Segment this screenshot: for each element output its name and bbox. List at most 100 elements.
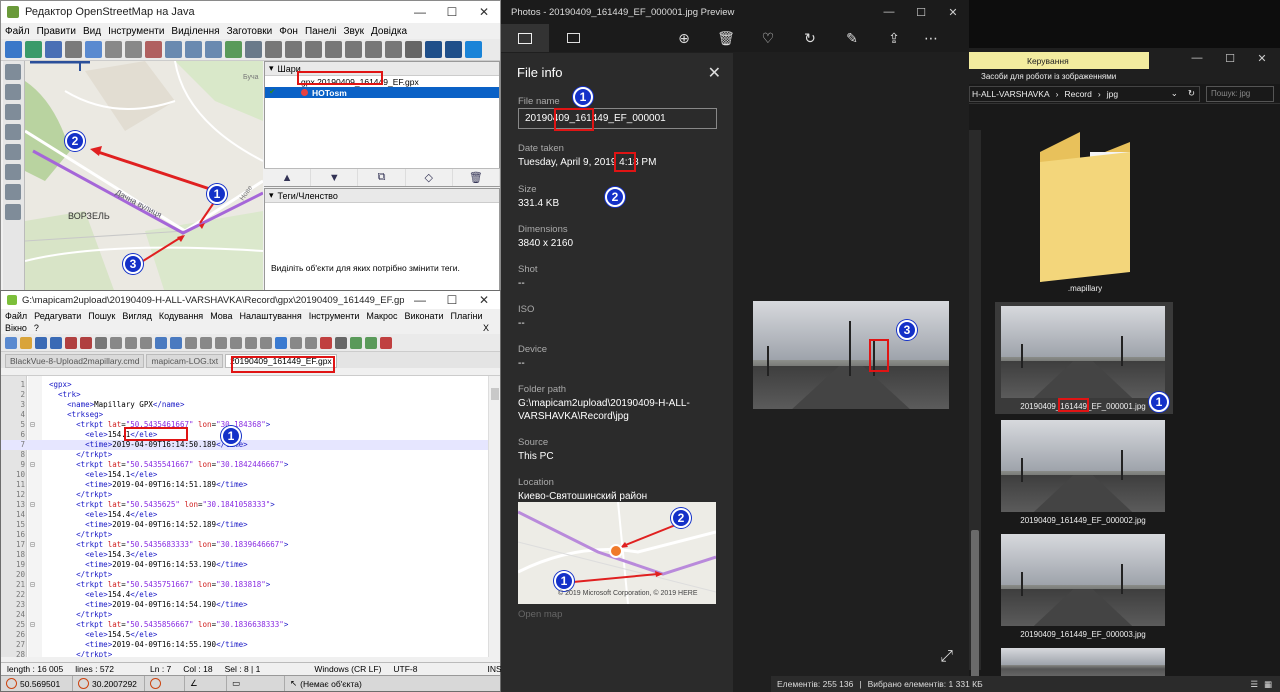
close-icon[interactable]: ✕ [468,5,500,19]
delete-icon[interactable]: 🗑 [717,30,735,46]
menu-view[interactable]: Вид [83,26,101,37]
fold-toggle-icon[interactable]: ⊟ [30,620,35,630]
tool-icon[interactable] [265,41,282,58]
share-icon[interactable]: ⇪ [886,30,902,46]
select-tool-icon[interactable] [5,64,21,80]
menu-selection[interactable]: Виділення [171,26,219,37]
open-file-icon[interactable] [20,336,32,349]
paste-icon[interactable] [140,336,152,349]
menu-run[interactable]: Виконати [404,311,443,321]
menu-window[interactable]: Вікно [5,323,27,333]
vertical-scrollbar[interactable] [969,130,981,692]
code-editor[interactable]: 1 <gpx> 2 <trk> 3 <name>Mapillary GPX</name… [1,375,500,657]
show-all-icon[interactable] [290,336,302,349]
edit-icon[interactable]: ✎ [844,30,860,46]
tool-icon[interactable] [345,41,362,58]
record-macro-icon[interactable] [320,336,332,349]
file-item[interactable]: 20190409_161449_EF_000001.jpg [1001,306,1165,411]
details-view-icon[interactable]: ☰ [1250,679,1258,690]
fold-toggle-icon[interactable]: ⊟ [30,540,35,550]
open-icon[interactable] [25,41,42,58]
breadcrumb-item[interactable]: jpg [1107,89,1118,99]
delete-tool-icon[interactable] [5,124,21,140]
maximize-icon[interactable]: ☐ [436,293,468,307]
close-doc-icon[interactable]: X [483,323,489,333]
upload-icon[interactable] [85,41,102,58]
close-icon[interactable]: ✕ [1247,52,1277,65]
copy-icon[interactable] [125,336,137,349]
maximize-icon[interactable]: ☐ [1215,52,1245,65]
find-icon[interactable] [185,336,197,349]
save-all-icon[interactable] [50,336,62,349]
maximize-icon[interactable]: ☐ [905,6,937,19]
cut-icon[interactable] [110,336,122,349]
tool-icon[interactable] [365,41,382,58]
redo-icon[interactable] [125,41,142,58]
file-name-field[interactable]: 20190409_161449_EF_000001 [518,108,717,129]
menu-audio[interactable]: Звук [344,26,365,37]
imagery-icon[interactable] [425,41,442,58]
menu-search[interactable]: Пошук [88,311,115,321]
file-item[interactable]: 20190409_161449_EF_000002.jpg [1001,420,1165,525]
favorite-heart-icon[interactable]: ♡ [760,30,776,46]
menu-edit[interactable]: Редагувати [34,311,81,321]
sync-icon[interactable] [245,336,257,349]
menu-windows[interactable]: Панелі [305,26,337,37]
menu-imagery[interactable]: Фон [279,26,298,37]
indent-guide-icon[interactable] [275,336,287,349]
image-view-icon[interactable] [501,24,549,52]
layer-row-hotosm[interactable]: HOTosm [265,87,499,98]
zoom-in-icon[interactable] [215,336,227,349]
close-icon[interactable]: ✕ [468,293,500,307]
preferences-icon[interactable] [245,41,262,58]
collapse-icon[interactable]: ▾ [269,63,274,74]
redo-icon[interactable] [170,336,182,349]
stop-macro-icon[interactable] [335,336,347,349]
close-icon[interactable]: ✕ [937,6,969,19]
save-icon[interactable] [45,41,62,58]
parallel-tool-icon[interactable] [5,164,21,180]
zoom-icon[interactable]: ⊕ [676,30,692,46]
save-macro-icon[interactable] [380,336,392,349]
menu-macro[interactable]: Макрос [366,311,397,321]
refresh-icon[interactable]: ↻ [1188,88,1195,99]
collapse-icon[interactable]: ▾ [269,190,274,201]
menu-tools[interactable]: Інструменти [108,26,164,37]
play-macro-icon[interactable] [350,336,362,349]
file-thumbnail-partial[interactable] [1001,648,1165,678]
close-icon[interactable]: ✕ [708,63,721,83]
tab-log[interactable]: mapicam-LOG.txt [146,354,224,368]
refresh-icon[interactable] [225,41,242,58]
trash-icon[interactable]: 🗑 [453,169,500,186]
slideshow-icon[interactable] [549,33,597,43]
fullscreen-icon[interactable]: ⤢ [940,648,953,666]
josm-map-view[interactable]: ВОРЗЕЛЬ Дачна вулиця Буча Нове 2 1 3 [25,61,263,293]
merge-icon[interactable]: ⧉ [358,169,406,186]
menu-tools[interactable]: Інструменти [309,311,360,321]
minimize-icon[interactable]: — [1182,52,1212,64]
vertical-scrollbar[interactable] [488,376,500,657]
move-down-icon[interactable]: ▼ [311,169,359,186]
split-way-icon[interactable] [165,41,182,58]
imagery-icon[interactable] [445,41,462,58]
open-map-link[interactable]: Open map [518,609,562,620]
visible-check-icon[interactable]: ✔ [269,87,276,96]
move-up-icon[interactable]: ▲ [264,169,312,186]
zoom-tool-icon[interactable] [5,104,21,120]
close-all-icon[interactable] [80,336,92,349]
fold-toggle-icon[interactable]: ⊟ [30,500,35,510]
breadcrumb-item[interactable]: H-ALL-VARSHAVKA [972,89,1050,99]
ribbon-manage-tab[interactable]: Керування [969,52,1149,69]
menu-help[interactable]: Довідка [371,26,407,37]
menu-presets[interactable]: Заготовки [227,26,273,37]
undo-icon[interactable] [155,336,167,349]
fold-toggle-icon[interactable]: ⊟ [30,580,35,590]
file-item[interactable]: 20190409_161449_EF_000003.jpg [1001,534,1165,639]
search-input[interactable]: Пошук: jpg [1206,85,1274,102]
minimize-icon[interactable]: — [404,293,436,307]
chevron-down-icon[interactable]: ⌄ [1171,88,1178,99]
tool-icon[interactable] [305,41,322,58]
toggle-visibility-icon[interactable]: ◇ [406,169,453,186]
tool-icon[interactable] [325,41,342,58]
reverse-way-icon[interactable] [205,41,222,58]
